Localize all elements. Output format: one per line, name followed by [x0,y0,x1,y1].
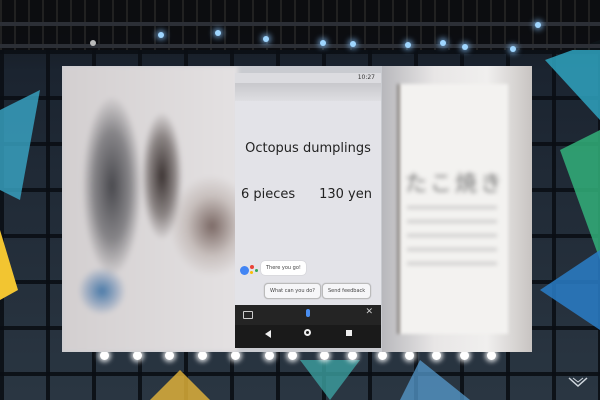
stage-light [405,42,411,48]
close-icon[interactable]: ✕ [365,307,373,317]
blurred-camera-feed-left [62,66,238,352]
price-text: 130 yen [319,187,372,202]
stage-light [535,22,541,28]
stage-light [462,44,468,50]
camera-viewfinder [235,83,381,101]
bottom-navigation: ✕ [235,305,381,348]
stage-light [90,40,96,46]
quantity-text: 6 pieces [241,187,296,202]
sign-lines [407,206,497,266]
translation-title: Octopus dumplings [245,141,371,156]
stage-light [350,41,356,47]
home-icon[interactable] [304,329,311,336]
stage-light [510,46,516,52]
stage-light [263,36,269,42]
mic-icon[interactable] [306,309,310,317]
stage-light [158,32,164,38]
stage-light [440,40,446,46]
recents-icon[interactable] [346,330,352,336]
suggestion-chip-send-feedback[interactable]: Send feedback [322,283,372,299]
watermark-logo [568,377,588,388]
sign-text: たこ焼き [405,172,506,197]
back-icon[interactable] [265,330,271,338]
status-bar: 10:27 [235,73,381,83]
stage-light [215,30,221,36]
truss-rail [0,22,600,26]
keyboard-icon[interactable] [243,311,253,319]
stage-light [320,40,326,46]
assistant-logo-icon [240,263,258,277]
assistant-input-bar: ✕ [235,305,381,325]
assistant-reply-bubble: There you go! [261,261,306,275]
suggestion-chip-what-can-you-do[interactable]: What can you do? [264,283,321,299]
status-time: 10:27 [357,74,375,81]
phone-screen: 10:27 Octopus dumplings 6 pieces 130 yen… [235,73,381,348]
